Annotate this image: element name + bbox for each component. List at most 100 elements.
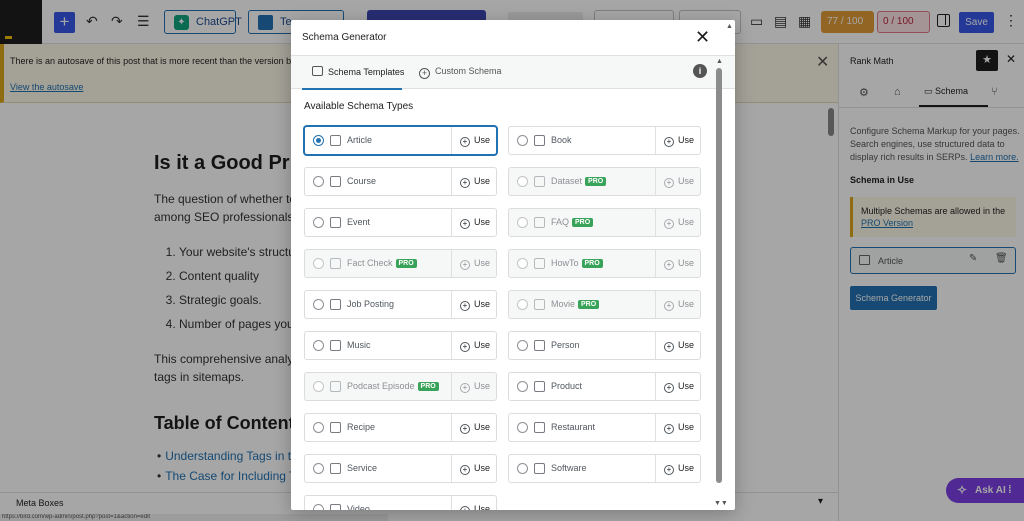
schema-card[interactable]: Service + Use [304, 454, 497, 483]
schema-radio[interactable] [517, 340, 528, 351]
pro-badge: PRO [395, 259, 417, 268]
plus-circle-icon: + [460, 301, 470, 311]
available-schema-types-heading: Available Schema Types [304, 101, 414, 112]
use-button[interactable]: +Use [451, 168, 497, 195]
schema-radio[interactable] [517, 217, 528, 228]
plus-circle-icon: + [460, 465, 470, 475]
scroll-up-arrow[interactable]: ▲ [716, 58, 723, 65]
schema-radio[interactable] [517, 422, 528, 433]
schema-card[interactable]: Software + Use [508, 454, 701, 483]
use-button[interactable]: +Use [451, 291, 497, 318]
use-button[interactable]: +Use [451, 250, 497, 277]
use-button[interactable]: +Use [655, 250, 701, 277]
schema-card[interactable]: Movie PRO + Use [508, 290, 701, 319]
schema-radio[interactable] [517, 135, 528, 146]
schema-radio[interactable] [313, 217, 324, 228]
pro-badge: PRO [585, 177, 607, 186]
schema-card[interactable]: Job Posting + Use [304, 290, 497, 319]
schema-radio[interactable] [517, 381, 528, 392]
use-button[interactable]: +Use [451, 496, 497, 510]
use-button[interactable]: +Use [655, 373, 701, 400]
dataset-icon [534, 176, 545, 187]
schema-label: Recipe [347, 422, 376, 432]
use-button[interactable]: +Use [655, 332, 701, 359]
schema-radio[interactable] [313, 135, 324, 146]
plus-circle-icon: + [664, 178, 674, 188]
schema-card[interactable]: Music + Use [304, 331, 497, 360]
video-icon [330, 504, 341, 510]
schema-radio[interactable] [313, 422, 324, 433]
schema-label: Person [551, 340, 580, 350]
modal-scrollbar-thumb[interactable] [716, 68, 722, 483]
tab-custom-schema[interactable]: + Custom Schema [419, 66, 502, 79]
pro-badge: PRO [581, 259, 603, 268]
schema-radio[interactable] [517, 258, 528, 269]
schema-card[interactable]: Book + Use [508, 126, 701, 155]
info-icon[interactable]: i [693, 64, 707, 78]
schema-card[interactable]: FAQ PRO + Use [508, 208, 701, 237]
use-button[interactable]: +Use [655, 209, 701, 236]
schema-card[interactable]: Fact Check PRO + Use [304, 249, 497, 278]
use-button[interactable]: +Use [451, 373, 497, 400]
schema-radio[interactable] [313, 258, 324, 269]
schema-label: Video [347, 504, 370, 510]
schema-radio[interactable] [313, 381, 324, 392]
schema-card[interactable]: Event + Use [304, 208, 497, 237]
scroll-down-arrow[interactable]: ▼▼ [714, 500, 728, 507]
schema-radio[interactable] [313, 176, 324, 187]
job-posting-icon [330, 299, 341, 310]
schema-card[interactable]: Video +Use [304, 495, 497, 510]
schema-card[interactable]: Course + Use [304, 167, 497, 196]
use-button[interactable]: +Use [451, 414, 497, 441]
schema-radio[interactable] [313, 340, 324, 351]
product-icon [534, 381, 545, 392]
schema-card[interactable]: Product + Use [508, 372, 701, 401]
close-icon[interactable]: ✕ [695, 26, 710, 48]
use-button[interactable]: +Use [655, 127, 701, 154]
schema-label: FAQ PRO [551, 217, 594, 227]
plus-circle-icon: + [460, 178, 470, 188]
schema-label: Job Posting [347, 299, 395, 309]
schema-card[interactable]: Recipe + Use [304, 413, 497, 442]
use-button[interactable]: +Use [655, 414, 701, 441]
schema-card[interactable]: Person + Use [508, 331, 701, 360]
use-button[interactable]: +Use [451, 209, 497, 236]
schema-label: Music [347, 340, 371, 350]
pro-badge: PRO [578, 300, 600, 309]
schema-radio[interactable] [313, 463, 324, 474]
active-tab-indicator [302, 88, 402, 90]
schema-label: Course [347, 176, 377, 186]
use-button[interactable]: +Use [451, 127, 497, 154]
plus-circle-icon: + [460, 137, 470, 147]
recipe-icon [330, 422, 341, 433]
schema-label: HowTo PRO [551, 258, 603, 268]
modal-title: Schema Generator [302, 32, 387, 43]
plus-circle-icon: + [664, 342, 674, 352]
movie-icon [534, 299, 545, 310]
use-button[interactable]: +Use [451, 455, 497, 482]
schema-card[interactable]: HowTo PRO + Use [508, 249, 701, 278]
schema-label: Product [551, 381, 583, 391]
fact-check-icon [330, 258, 341, 269]
schema-card[interactable]: Podcast Episode PRO + Use [304, 372, 497, 401]
plus-circle-icon: + [664, 424, 674, 434]
schema-radio[interactable] [517, 299, 528, 310]
article-icon [330, 135, 341, 146]
schema-radio[interactable] [313, 299, 324, 310]
schema-card[interactable]: Article + Use [304, 126, 497, 155]
schema-label: Dataset PRO [551, 176, 607, 186]
schema-card[interactable]: Dataset PRO + Use [508, 167, 701, 196]
use-button[interactable]: +Use [451, 332, 497, 359]
use-button[interactable]: +Use [655, 455, 701, 482]
scroll-up-arrow[interactable]: ▲ [726, 23, 733, 30]
tab-schema-templates[interactable]: Schema Templates [312, 66, 404, 77]
schema-radio[interactable] [517, 176, 528, 187]
schema-radio[interactable] [517, 463, 528, 474]
schema-radio[interactable] [313, 504, 324, 510]
use-button[interactable]: +Use [655, 291, 701, 318]
schema-card[interactable]: Restaurant + Use [508, 413, 701, 442]
music-icon [330, 340, 341, 351]
use-button[interactable]: +Use [655, 168, 701, 195]
faq-icon [534, 217, 545, 228]
podcast-icon [330, 381, 341, 392]
